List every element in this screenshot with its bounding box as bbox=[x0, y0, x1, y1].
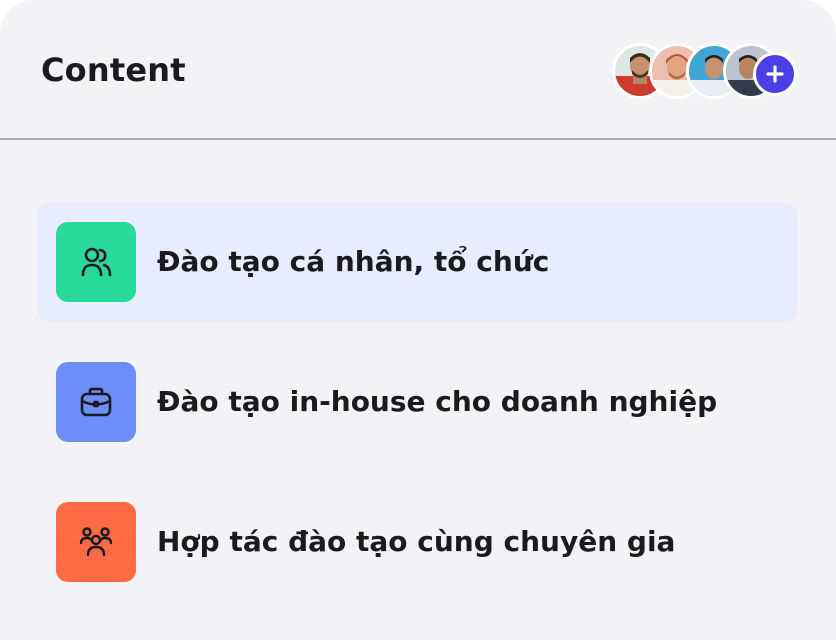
content-panel: Content Đào tạo cá nhân, tổ chức Đào tạo… bbox=[0, 0, 836, 640]
menu-item-inhouse-training[interactable]: Đào tạo in-house cho doanh nghiệp bbox=[37, 342, 798, 462]
menu-icon-tile bbox=[56, 502, 136, 582]
menu-item-label: Đào tạo in-house cho doanh nghiệp bbox=[157, 385, 718, 418]
menu-icon-tile bbox=[56, 222, 136, 302]
panel-title: Content bbox=[41, 51, 186, 89]
add-collaborator-button[interactable] bbox=[753, 52, 797, 96]
collaborator-avatars bbox=[612, 43, 798, 99]
menu-item-personal-training[interactable]: Đào tạo cá nhân, tổ chức bbox=[37, 202, 798, 322]
plus-icon bbox=[756, 64, 794, 84]
menu-item-label: Đào tạo cá nhân, tổ chức bbox=[157, 245, 550, 278]
panel-header: Content bbox=[0, 0, 836, 140]
menu-item-expert-collaboration[interactable]: Hợp tác đào tạo cùng chuyên gia bbox=[37, 482, 798, 602]
menu-icon-tile bbox=[56, 362, 136, 442]
menu-item-label: Hợp tác đào tạo cùng chuyên gia bbox=[157, 525, 676, 558]
